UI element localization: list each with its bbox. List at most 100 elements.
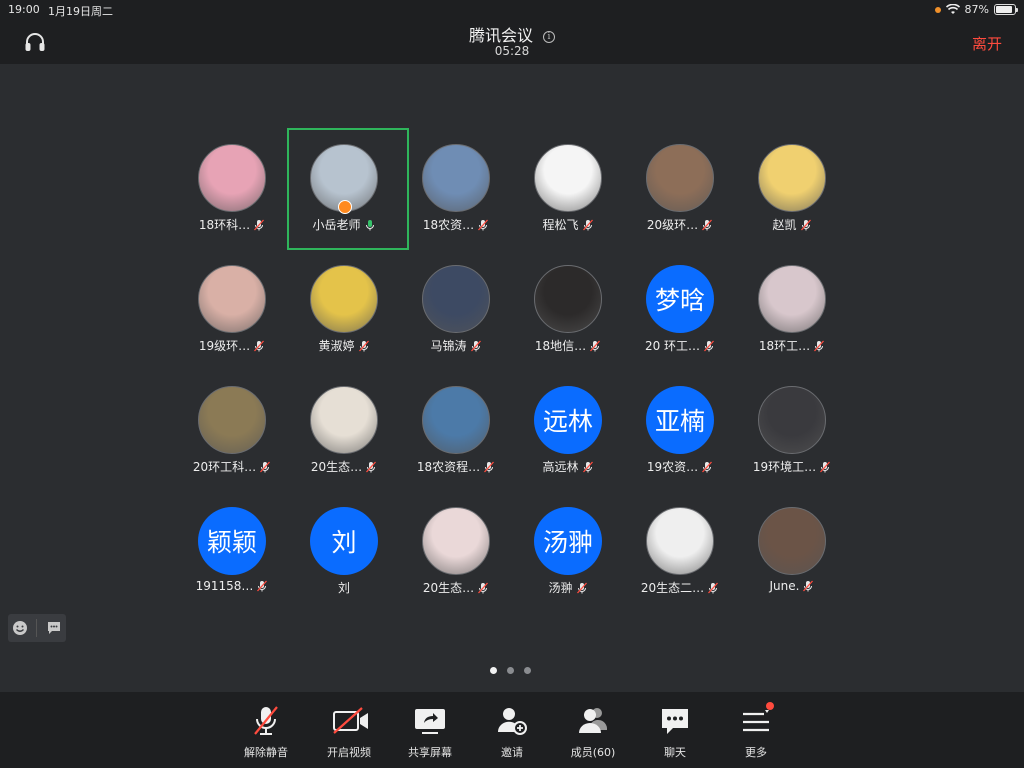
avatar [198,265,266,333]
participant-tile[interactable]: 18环科… [176,130,288,251]
avatar [422,144,490,212]
participant-tile[interactable]: 20生态… [288,372,400,493]
participant-name: 20生态… [310,460,363,474]
date: 1月19日周二 [48,5,113,18]
members-icon [579,708,607,733]
participant-tile[interactable]: 程松飞 [512,130,624,251]
participant-name-row: 黄淑婷 [288,337,400,354]
members-label: 成员(60) [570,746,616,759]
participant-tile[interactable]: June. [736,493,848,614]
battery-percent: 87% [964,3,989,16]
status-bar: 19:00 1月19日周二 87% [0,0,1024,20]
muted-mic-icon [800,219,812,231]
muted-mic-icon [576,582,588,594]
battery-icon [994,4,1018,15]
muted-mic-icon [819,461,831,473]
participant-name: 18农资… [422,218,475,232]
wifi-icon [945,4,960,14]
info-icon[interactable]: i [543,31,555,43]
participant-tile[interactable]: 18地信… [512,251,624,372]
invite-button[interactable]: 邀请 [476,704,548,760]
participant-name: 赵凯 [772,218,797,232]
page-dot[interactable] [507,667,514,674]
avatar-initials: 刘 [310,507,378,575]
page-dot[interactable] [490,667,497,674]
participant-name: 19农资… [646,460,699,474]
muted-mic-icon [253,340,265,352]
invite-label: 邀请 [501,746,523,759]
participant-tile[interactable]: 赵凯 [736,130,848,251]
participant-tile[interactable]: 颖颖 191158… [176,493,288,614]
participant-tile[interactable]: 黄淑婷 [288,251,400,372]
muted-mic-icon [477,219,489,231]
host-badge-icon [338,200,352,214]
avatar-initials: 汤翀 [534,507,602,575]
mic-icon [364,219,376,231]
participant-name-row: 18地信… [512,337,624,354]
more-label: 更多 [745,746,767,759]
meeting-duration: 05:28 [494,44,530,58]
video-label: 开启视频 [327,746,371,759]
participant-name-row: 高远林 [512,458,624,475]
avatar [758,386,826,454]
chat-button[interactable]: 聊天 [639,704,711,760]
participant-tile[interactable]: 20生态二… [624,493,736,614]
participant-name: 18地信… [534,339,587,353]
participant-name-row: 18环科… [176,216,288,233]
participant-tile[interactable]: 20级环… [624,130,736,251]
participant-tile[interactable]: 马锦涛 [400,251,512,372]
participant-name: 汤翀 [548,581,573,595]
participant-tile[interactable]: 19环境工… [736,372,848,493]
participant-name: June. [769,579,800,593]
unmute-button[interactable]: 解除静音 [230,704,302,760]
muted-mic-icon [582,219,594,231]
participant-tile[interactable]: 远林 高远林 [512,372,624,493]
muted-mic-icon [256,580,268,592]
leave-button[interactable]: 离开 [972,33,1002,54]
muted-mic-icon [483,461,495,473]
meeting-title[interactable]: 腾讯会议 i [0,22,1024,46]
share-label: 共享屏幕 [408,746,452,759]
page-indicator[interactable] [490,667,531,674]
page-dot[interactable] [524,667,531,674]
muted-mic-icon [259,461,271,473]
emoji-icon[interactable] [12,620,28,636]
participant-tile[interactable]: 梦晗 20 环工… [624,251,736,372]
members-button[interactable]: 成员(60) [557,704,629,760]
participant-tile[interactable]: 18农资程… [400,372,512,493]
avatar-initials: 梦晗 [646,265,714,333]
participant-tile[interactable]: 20生态… [400,493,512,614]
avatar [758,265,826,333]
participant-tile[interactable]: 汤翀 汤翀 [512,493,624,614]
participant-name-row: 20生态… [288,458,400,475]
notification-dot [766,702,774,710]
reaction-bar [8,614,66,642]
video-off-icon [333,707,368,734]
participant-name: 20环工科… [192,460,257,474]
participant-tile[interactable]: 20环工科… [176,372,288,493]
muted-mic-icon [477,582,489,594]
participant-tile[interactable]: 19级环… [176,251,288,372]
start-video-button[interactable]: 开启视频 [313,704,385,760]
participant-name-row: 20级环… [624,216,736,233]
participant-name: 18环工… [758,339,811,353]
participant-tile[interactable]: 刘刘 [288,493,400,614]
avatar [534,144,602,212]
participant-tile[interactable]: 18环工… [736,251,848,372]
participant-name-row: 19环境工… [736,458,848,475]
share-screen-button[interactable]: 共享屏幕 [394,704,466,760]
more-button[interactable]: 更多 [720,702,792,760]
clock: 19:00 [8,3,40,16]
avatar [534,265,602,333]
participant-name-row: 18农资… [400,216,512,233]
quick-message-icon[interactable] [46,620,62,636]
muted-mic-icon [701,461,713,473]
avatar [422,507,490,575]
avatar [422,386,490,454]
participant-name: 20级环… [646,218,699,232]
participant-name: 小岳老师 [312,218,361,232]
participant-name-row: 程松飞 [512,216,624,233]
participant-tile[interactable]: 亚楠 19农资… [624,372,736,493]
participant-tile[interactable]: 小岳老师 [287,128,409,251]
participant-tile[interactable]: 18农资… [400,130,512,251]
